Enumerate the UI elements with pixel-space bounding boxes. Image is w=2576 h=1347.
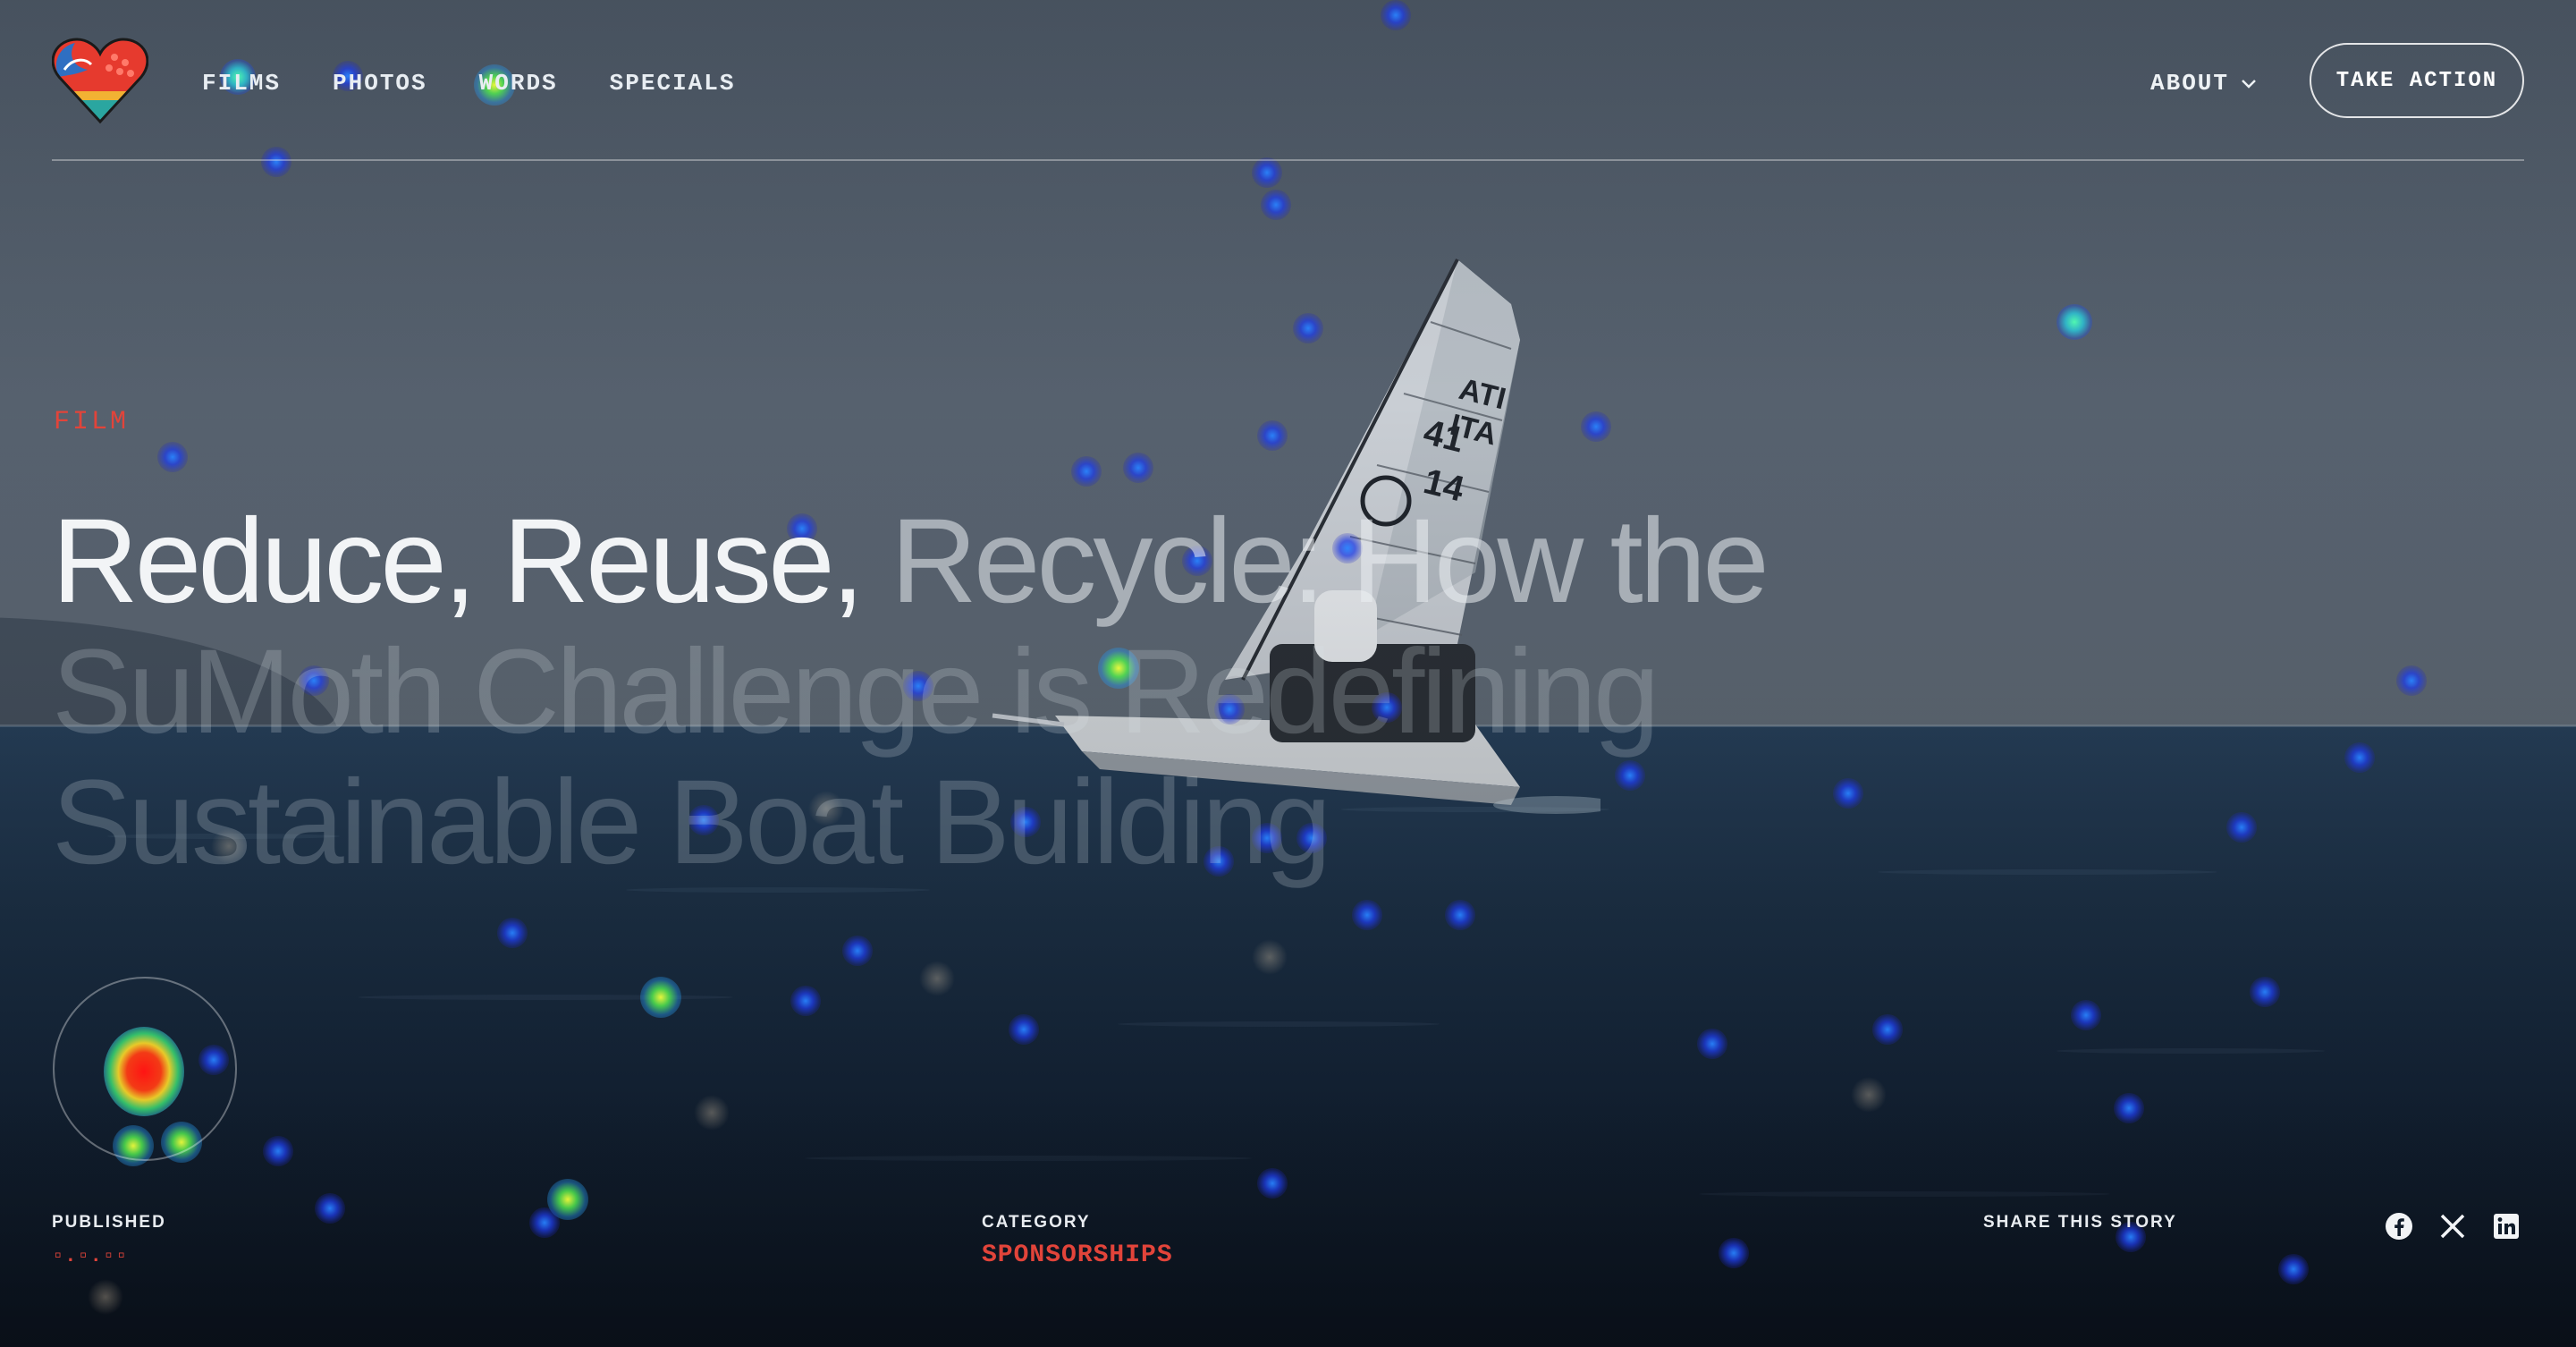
category-kicker[interactable]: FILM bbox=[54, 407, 129, 437]
category-label: CATEGORY bbox=[982, 1213, 1091, 1232]
share-label: SHARE THIS STORY bbox=[1983, 1213, 2177, 1232]
published-label: PUBLISHED bbox=[52, 1213, 166, 1232]
take-action-button[interactable]: TAKE ACTION bbox=[2310, 43, 2524, 118]
chevron-down-icon bbox=[2242, 80, 2256, 89]
linkedin-icon bbox=[2494, 1214, 2519, 1239]
site-header: FILMS PHOTOS WORDS SPECIALS ABOUT TAKE A… bbox=[52, 0, 2524, 161]
title-part-3: SuMoth Challenge is Redefining Sustainab… bbox=[52, 625, 1660, 889]
x-share-button[interactable] bbox=[2437, 1211, 2468, 1241]
page-title: Reduce, Reuse, Recycle: How the SuMoth Ch… bbox=[52, 496, 1840, 888]
scroll-indicator-circle[interactable] bbox=[53, 977, 237, 1161]
nav-words[interactable]: WORDS bbox=[479, 70, 558, 97]
about-label: ABOUT bbox=[2149, 70, 2229, 97]
nav-photos[interactable]: PHOTOS bbox=[333, 70, 427, 97]
category-value[interactable]: SPONSORSHIPS bbox=[982, 1241, 1173, 1269]
linkedin-share-button[interactable] bbox=[2491, 1211, 2521, 1241]
nav-films[interactable]: FILMS bbox=[202, 70, 281, 97]
title-part-2: Recycle: How the bbox=[891, 495, 1769, 628]
title-part-1: Reduce, Reuse, bbox=[52, 495, 891, 628]
about-menu[interactable]: ABOUT bbox=[2150, 70, 2258, 97]
x-icon bbox=[2440, 1214, 2465, 1239]
published-value: ▫.▫.▫▫ bbox=[52, 1245, 129, 1267]
facebook-share-button[interactable] bbox=[2384, 1211, 2414, 1241]
nav-specials[interactable]: SPECIALS bbox=[610, 70, 736, 97]
main-nav: FILMS PHOTOS WORDS SPECIALS bbox=[202, 70, 735, 97]
heart-logo-icon[interactable] bbox=[52, 36, 148, 125]
facebook-icon bbox=[2386, 1213, 2412, 1240]
